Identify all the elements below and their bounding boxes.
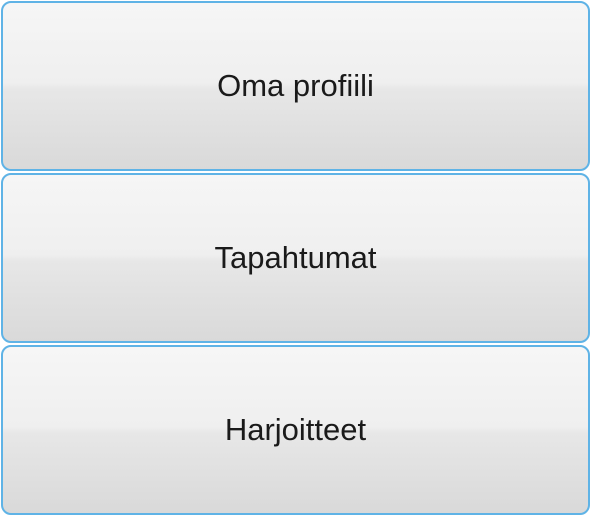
- menu-button-exercises[interactable]: Harjoitteet: [1, 345, 590, 515]
- menu-button-label: Harjoitteet: [225, 412, 366, 448]
- menu-button-profile[interactable]: Oma profiili: [1, 1, 590, 171]
- main-menu: Oma profiili Tapahtumat Harjoitteet: [0, 0, 591, 516]
- menu-button-label: Oma profiili: [217, 68, 374, 104]
- menu-button-label: Tapahtumat: [215, 240, 377, 276]
- menu-button-events[interactable]: Tapahtumat: [1, 173, 590, 343]
